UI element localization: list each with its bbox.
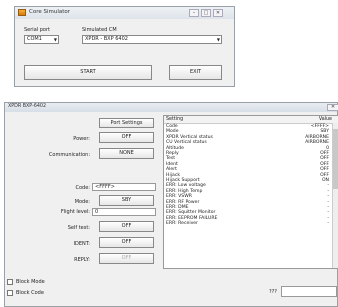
core-simulator-window: Core Simulator – □ ✕ Serial port COM1 ▼ … [14, 6, 235, 87]
code-input[interactable]: <FFFF> [92, 183, 156, 191]
block-mode-checkbox[interactable] [7, 279, 13, 285]
communication-button[interactable]: NONE [99, 148, 154, 159]
block-code-checkbox[interactable] [7, 290, 13, 296]
serial-port-value: COM1 [27, 36, 42, 42]
self-test-label: Self test: [67, 225, 90, 231]
code-label: Code: [75, 185, 91, 191]
close-icon[interactable]: ✕ [213, 9, 223, 17]
settings-table[interactable]: Setting Value Code <FFFF> Mode SBY XPDR Vert… [163, 115, 338, 269]
table-row[interactable]: ERR: Receiver - [164, 221, 332, 226]
table-body: Code <FFFF> Mode SBY XPDR Vertical status AIR… [164, 124, 332, 268]
value-cell: - [327, 221, 329, 227]
power-label: Power: [73, 136, 90, 142]
mode-label: Mode: [74, 199, 90, 205]
minimize-icon[interactable]: – [189, 9, 199, 17]
self-test-button[interactable]: OFF [99, 221, 154, 232]
window-title: XPDR BXP-6402 [8, 104, 47, 109]
exit-button[interactable]: EXIT [169, 65, 222, 80]
serial-port-label: Serial port [24, 27, 50, 33]
flight-level-input[interactable]: 0 [92, 208, 156, 216]
reply-label: REPLY: [74, 257, 90, 263]
xpdr-window: XPDR BXP-6402 ✕ Port Settings Power: OFF… [4, 102, 338, 307]
start-button[interactable]: START [24, 65, 152, 80]
status-text: ??? [269, 289, 277, 295]
block-mode-label: Block Mode [16, 279, 45, 285]
app-icon [18, 9, 26, 16]
table-scrollbar[interactable] [332, 123, 338, 268]
xpdr-titlebar[interactable]: XPDR BXP-6402 ✕ [5, 103, 338, 112]
communication-label: Communication: [48, 152, 90, 158]
port-settings-button[interactable]: Port Settings [99, 118, 154, 128]
scrollbar-thumb[interactable] [333, 129, 338, 189]
ident-button[interactable]: OFF [99, 237, 154, 248]
table-header: Setting Value [164, 116, 338, 124]
block-code-label: Block Code [16, 290, 44, 296]
close-icon[interactable]: ✕ [327, 104, 338, 111]
chevron-down-icon: ▼ [216, 37, 220, 42]
simulated-cm-label: Simulated CM [82, 27, 117, 33]
power-button[interactable]: OFF [99, 132, 154, 143]
col-setting-header: Setting [166, 117, 184, 122]
core-simulator-titlebar[interactable]: Core Simulator – □ ✕ [15, 7, 234, 19]
chevron-down-icon: ▼ [53, 37, 57, 42]
ident-label: IDENT: [73, 241, 90, 247]
maximize-icon[interactable]: □ [201, 9, 211, 17]
status-field [281, 286, 337, 297]
simulated-cm-value: XPDR - BXP 6402 [85, 36, 128, 42]
setting-cell: ERR: Receiver [166, 221, 199, 227]
window-title: Core Simulator [29, 9, 71, 15]
col-value-header: Value [318, 117, 332, 122]
simulated-cm-select[interactable]: XPDR - BXP 6402 ▼ [82, 35, 222, 44]
mode-button[interactable]: SBY [99, 195, 154, 206]
serial-port-select[interactable]: COM1 ▼ [24, 35, 59, 44]
reply-button: OFF [99, 253, 154, 264]
flight-level-label: Flight level: [60, 209, 90, 215]
